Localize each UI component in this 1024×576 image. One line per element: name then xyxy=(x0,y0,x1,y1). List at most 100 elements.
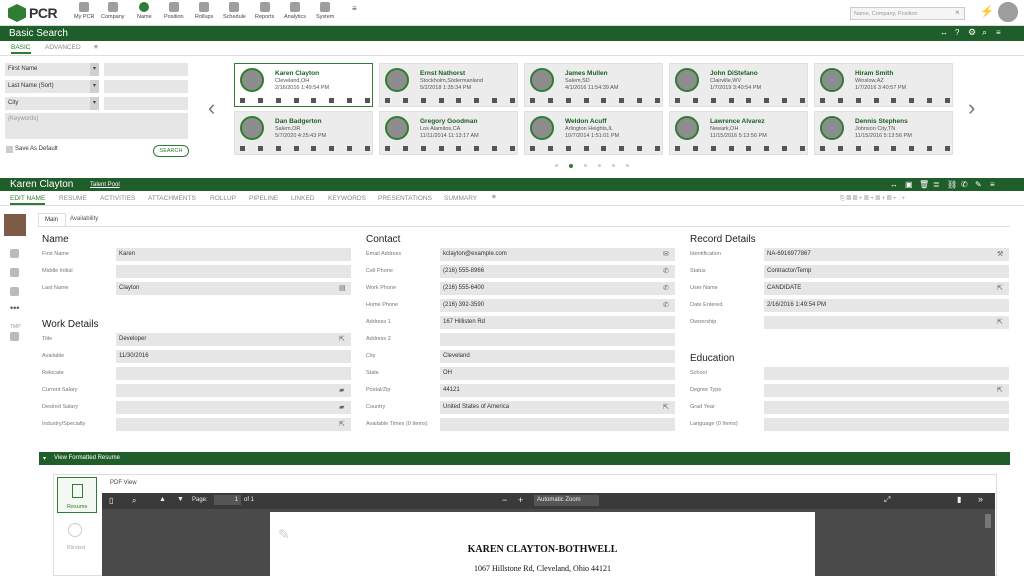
zoom-select[interactable]: Automatic Zoom xyxy=(534,495,599,506)
upload-icon[interactable] xyxy=(693,98,698,103)
candidate-card[interactable]: Hiram SmithWinslow,AZ1/7/2016 3:40:57 PM xyxy=(814,63,953,107)
image-icon[interactable] xyxy=(820,146,825,151)
carousel-dot[interactable] xyxy=(612,164,615,167)
pcr-logo[interactable]: PCR xyxy=(8,4,57,22)
tab-menu-icon[interactable]: ≡ xyxy=(94,44,98,51)
mail-icon[interactable] xyxy=(782,98,787,103)
mail-icon[interactable] xyxy=(782,146,787,151)
field-input[interactable] xyxy=(116,418,351,431)
doc-icon[interactable] xyxy=(601,98,606,103)
field-input[interactable]: Contractor/Temp xyxy=(764,265,1009,278)
field-input[interactable]: OH xyxy=(440,367,675,380)
card-name[interactable]: Karen Clayton xyxy=(275,70,319,77)
eye-slash-icon[interactable] xyxy=(68,523,82,537)
list-icon[interactable] xyxy=(566,98,571,103)
field-input[interactable] xyxy=(764,384,1009,397)
card-name[interactable]: Hiram Smith xyxy=(855,70,893,77)
money-icon[interactable]: ▰ xyxy=(339,386,344,394)
chat-icon[interactable] xyxy=(655,146,660,151)
record-tab[interactable]: ATTACHMENTS xyxy=(148,195,196,202)
field-input[interactable] xyxy=(116,384,351,397)
record-tab[interactable]: KEYWORDS xyxy=(328,195,366,202)
formatted-resume-bar[interactable]: ▾ View Formatted Resume xyxy=(39,452,1010,465)
note-icon[interactable] xyxy=(764,146,769,151)
chat-icon[interactable] xyxy=(800,146,805,151)
doc-icon[interactable] xyxy=(311,98,316,103)
nav-company[interactable]: Company xyxy=(101,2,125,20)
nav-rollups[interactable]: Rollups xyxy=(195,2,213,20)
phone-icon[interactable]: ✆ xyxy=(663,284,669,292)
expand-icon[interactable]: ↔ xyxy=(940,28,948,37)
card-name[interactable]: Gregory Goodman xyxy=(420,118,477,125)
avatar[interactable] xyxy=(530,116,554,140)
image-icon[interactable] xyxy=(385,146,390,151)
card-name[interactable]: Dan Badgerton xyxy=(275,118,322,125)
mail-icon[interactable] xyxy=(347,146,352,151)
field-input[interactable]: Developer xyxy=(116,333,351,346)
tab-advanced[interactable]: ADVANCED xyxy=(45,44,81,51)
carousel-prev-icon[interactable]: ‹ xyxy=(208,95,215,121)
link-icon[interactable]: ⛓ xyxy=(947,180,957,189)
mail-icon[interactable] xyxy=(927,146,932,151)
phone-icon[interactable] xyxy=(294,146,299,151)
upload-icon[interactable] xyxy=(548,98,553,103)
nav-analytics[interactable]: Analytics xyxy=(284,2,306,20)
avatar[interactable] xyxy=(385,68,409,92)
doc-icon[interactable] xyxy=(311,146,316,151)
card-name[interactable]: James Mullen xyxy=(565,70,608,77)
carousel-next-icon[interactable]: › xyxy=(968,95,975,121)
avatar[interactable] xyxy=(820,116,844,140)
mail-icon[interactable] xyxy=(492,98,497,103)
phone-icon[interactable] xyxy=(439,146,444,151)
record-photo[interactable] xyxy=(4,214,26,236)
card-name[interactable]: Lawrence Alvarez xyxy=(710,118,765,125)
field-input[interactable]: NA-6916977867 xyxy=(764,248,1009,261)
carousel-dot[interactable] xyxy=(555,164,558,167)
note-icon[interactable] xyxy=(909,98,914,103)
carousel-dot-active[interactable] xyxy=(569,164,573,168)
more-icon[interactable]: ••• xyxy=(10,303,19,313)
chat-icon[interactable] xyxy=(945,146,950,151)
record-tab[interactable]: ROLLUP xyxy=(210,195,236,202)
clear-search-icon[interactable]: × xyxy=(955,8,960,17)
card-name[interactable]: Weldon Acuff xyxy=(565,118,607,125)
avatar[interactable] xyxy=(820,68,844,92)
carousel-dot[interactable] xyxy=(626,164,629,167)
zoom-out-icon[interactable]: − xyxy=(502,495,507,505)
delete-icon[interactable]: 🗑 xyxy=(919,180,929,189)
field-input[interactable]: 11/30/2016 xyxy=(116,350,351,363)
candidate-card[interactable]: John DiStefanoClairville,WV1/7/2019 3:40… xyxy=(669,63,808,107)
subtab-main[interactable]: Main xyxy=(38,213,66,226)
image-icon[interactable] xyxy=(240,98,245,103)
carousel-dot[interactable] xyxy=(598,164,601,167)
zoom-in-icon[interactable]: + xyxy=(518,495,523,505)
money-icon[interactable]: ▰ xyxy=(339,403,344,411)
note-icon[interactable] xyxy=(329,98,334,103)
chat-icon[interactable] xyxy=(510,98,515,103)
list-icon[interactable] xyxy=(421,146,426,151)
chevron-down-icon[interactable]: ▾ xyxy=(90,97,99,110)
phone-icon[interactable]: ✆ xyxy=(663,301,669,309)
list-icon[interactable] xyxy=(276,146,281,151)
nav-system[interactable]: System xyxy=(316,2,334,20)
chevron-down-icon[interactable]: ▾ xyxy=(90,80,99,93)
image-icon[interactable] xyxy=(675,146,680,151)
list-icon[interactable] xyxy=(856,146,861,151)
avatar[interactable] xyxy=(530,68,554,92)
list-icon[interactable] xyxy=(856,98,861,103)
image-icon[interactable] xyxy=(820,98,825,103)
candidate-card[interactable]: James MullenSalem,SD4/1/2016 11:54:39 AM xyxy=(524,63,663,107)
note-icon[interactable] xyxy=(619,146,624,151)
doc-icon[interactable] xyxy=(601,146,606,151)
save-default-checkbox[interactable] xyxy=(6,146,13,153)
menu-icon[interactable]: ≡ xyxy=(990,180,995,189)
first-name-select[interactable]: First Name xyxy=(5,63,90,76)
pdf-view-label[interactable]: PDF View xyxy=(110,480,137,486)
scrollbar[interactable] xyxy=(985,514,991,528)
mail-icon[interactable]: ✉ xyxy=(663,250,669,258)
image-icon[interactable] xyxy=(675,98,680,103)
open-link-icon[interactable]: ⇱ xyxy=(339,335,345,343)
phone-icon[interactable] xyxy=(874,146,879,151)
tab-basic[interactable]: BASIC xyxy=(11,44,31,54)
settings-icon[interactable]: ⚙ xyxy=(968,27,976,38)
